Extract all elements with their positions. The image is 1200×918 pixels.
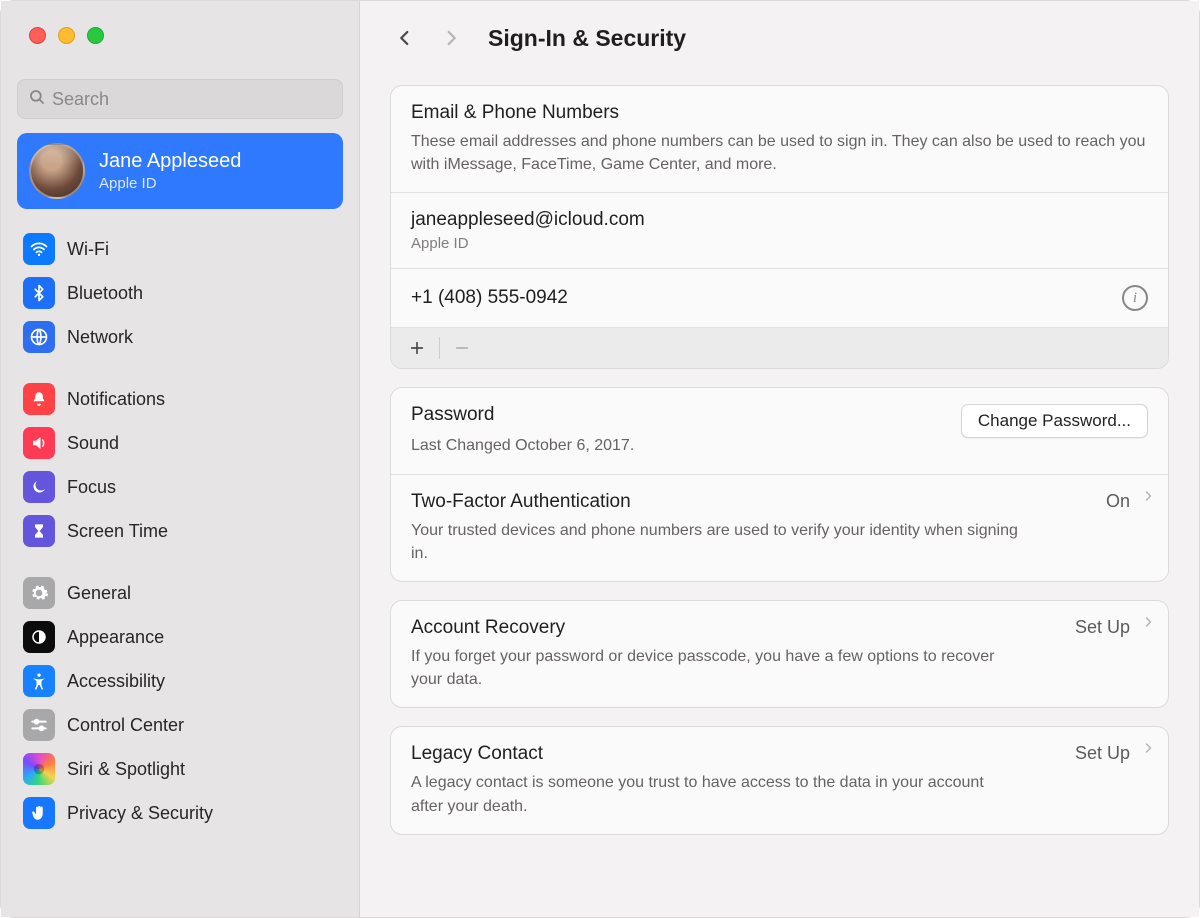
change-password-button[interactable]: Change Password... [961,404,1148,438]
sidebar-item-privacy[interactable]: Privacy & Security [17,791,343,835]
sidebar-item-apple-id[interactable]: Jane Appleseed Apple ID [17,133,343,209]
tfa-desc: Your trusted devices and phone numbers a… [411,519,1031,565]
bluetooth-icon [23,277,55,309]
sidebar-item-label: Focus [67,477,116,498]
speaker-icon [23,427,55,459]
sidebar-item-label: Wi-Fi [67,239,109,260]
avatar [29,143,85,199]
search-field[interactable] [17,79,343,119]
legacy-card[interactable]: Legacy Contact A legacy contact is someo… [390,726,1169,834]
email-phone-card: Email & Phone Numbers These email addres… [390,85,1169,369]
sidebar-group-system: General Appearance Accessibility Control… [17,571,343,835]
sidebar-item-label: Screen Time [67,521,168,542]
email-section-title: Email & Phone Numbers [411,102,1148,124]
chevron-right-icon [1142,613,1154,636]
chevron-right-icon [1142,487,1154,510]
profile-name: Jane Appleseed [99,150,241,173]
sidebar-group-alerts: Notifications Sound Focus Screen Time [17,377,343,553]
sidebar-item-siri[interactable]: Siri & Spotlight [17,747,343,791]
sidebar-item-label: Network [67,327,133,348]
sidebar-item-accessibility[interactable]: Accessibility [17,659,343,703]
profile-text: Jane Appleseed Apple ID [99,150,241,192]
tfa-title: Two-Factor Authentication [411,491,1031,513]
hourglass-icon [23,515,55,547]
sidebar-item-appearance[interactable]: Appearance [17,615,343,659]
forward-button[interactable] [436,23,466,53]
chevron-right-icon [1142,739,1154,762]
sidebar-item-label: Accessibility [67,671,165,692]
password-card: Password Last Changed October 6, 2017. C… [390,387,1169,582]
sidebar-item-bluetooth[interactable]: Bluetooth [17,271,343,315]
sidebar-item-label: Bluetooth [67,283,143,304]
sidebar-item-label: Sound [67,433,119,454]
globe-icon [23,321,55,353]
detail-header: Sign-In & Security [360,1,1199,67]
recovery-desc: If you forget your password or device pa… [411,645,1011,691]
email-value: janeappleseed@icloud.com [411,209,1148,231]
sidebar-item-label: Notifications [67,389,165,410]
tfa-status: On [1106,491,1130,512]
add-remove-bar [391,327,1168,368]
hand-icon [23,797,55,829]
phone-value: +1 (408) 555-0942 [411,287,568,309]
legacy-desc: A legacy contact is someone you trust to… [411,771,1011,817]
phone-row[interactable]: +1 (408) 555-0942 i [391,268,1168,327]
maximize-window-button[interactable] [87,27,104,44]
page-title: Sign-In & Security [488,25,686,52]
gear-icon [23,577,55,609]
legacy-title: Legacy Contact [411,743,1011,765]
bell-icon [23,383,55,415]
remove-button[interactable] [450,336,474,360]
main-panel: Sign-In & Security Email & Phone Numbers… [360,1,1199,917]
search-icon [28,88,52,111]
back-button[interactable] [390,23,420,53]
recovery-card[interactable]: Account Recovery If you forget your pass… [390,600,1169,708]
legacy-status: Set Up [1075,743,1130,764]
divider [439,337,440,359]
tfa-row[interactable]: Two-Factor Authentication Your trusted d… [391,474,1168,581]
window-controls [1,1,359,59]
siri-icon [23,753,55,785]
profile-subtitle: Apple ID [99,175,241,192]
sidebar-item-sound[interactable]: Sound [17,421,343,465]
sidebar-item-focus[interactable]: Focus [17,465,343,509]
minimize-window-button[interactable] [58,27,75,44]
sidebar-item-general[interactable]: General [17,571,343,615]
email-section-desc: These email addresses and phone numbers … [411,130,1148,176]
sidebar-item-label: General [67,583,131,604]
password-lastchanged: Last Changed October 6, 2017. [411,434,634,457]
add-button[interactable] [405,336,429,360]
accessibility-icon [23,665,55,697]
sidebar-item-network[interactable]: Network [17,315,343,359]
sidebar: Jane Appleseed Apple ID Wi-Fi Bluetooth [1,1,360,917]
info-icon[interactable]: i [1122,285,1148,311]
sidebar-item-notifications[interactable]: Notifications [17,377,343,421]
recovery-status: Set Up [1075,617,1130,638]
recovery-title: Account Recovery [411,617,1011,639]
sliders-icon [23,709,55,741]
moon-icon [23,471,55,503]
wifi-icon [23,233,55,265]
email-row[interactable]: janeappleseed@icloud.com Apple ID [391,192,1168,268]
appearance-icon [23,621,55,653]
password-title: Password [411,404,634,426]
sidebar-group-network: Wi-Fi Bluetooth Network [17,227,343,359]
sidebar-item-screentime[interactable]: Screen Time [17,509,343,553]
sidebar-item-label: Appearance [67,627,164,648]
sidebar-item-label: Privacy & Security [67,803,213,824]
search-input[interactable] [52,89,332,110]
email-label: Apple ID [411,235,1148,252]
sidebar-item-label: Siri & Spotlight [67,759,185,780]
sidebar-item-controlcenter[interactable]: Control Center [17,703,343,747]
sidebar-item-label: Control Center [67,715,184,736]
close-window-button[interactable] [29,27,46,44]
sidebar-item-wifi[interactable]: Wi-Fi [17,227,343,271]
